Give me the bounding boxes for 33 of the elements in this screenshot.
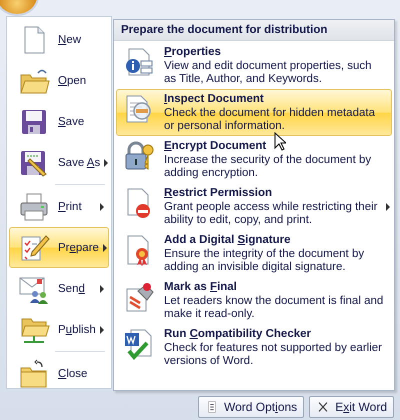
menu-item[interactable]: Encrypt Document Increase the security of the document by adding encryption. [116,136,392,183]
item-title: Inspect Document [164,93,264,106]
item-title: Add a Digital Signature [164,234,291,247]
panel-heading: Prepare the document for distribution [114,20,394,41]
item-description: Increase the security of the document by adding encryption. [164,154,372,179]
menu-item[interactable]: Mark as Final Let readers know the document is final and make it read-only. [116,277,392,324]
item-title: Mark as Final [164,281,237,294]
item-title: Encrypt Document [164,140,266,153]
menu-item[interactable]: Prepare [9,227,109,268]
item-description: Grant people access while restricting their ability to edit, copy, and print. [164,201,378,226]
item-description: Ensure the integrity of the document by adding an invisible digital signature. [164,248,366,273]
menu-item[interactable]: Add a Digital Signature Ensure the integrity of the document by adding an invisible digital signature. [116,230,392,277]
exit-button[interactable]: Exit Word [309,396,394,418]
options-button[interactable]: Word Options [198,396,304,418]
menu-item[interactable]: New [9,19,109,60]
menu-item[interactable]: Send [9,268,109,309]
item-title: Restrict Permission [164,187,272,200]
menu-item[interactable]: Save As [9,142,109,183]
item-description: Check the document for hidden metadata or personal information. [164,107,376,132]
item-title: Run Compatibility Checker [164,328,311,341]
menu-item[interactable]: Open [9,60,109,101]
item-description: View and edit document properties, such as Title, Author, and Keywords. [164,60,373,85]
item-description: Let readers know the document is final and make it read-only. [164,295,384,320]
menu-item[interactable]: Run Compatibility Checker Check for features not supported by earlier versions of Word. [116,324,392,371]
menu-item[interactable]: Inspect Document Check the document for hidden metadata or personal information. [116,89,392,136]
menu-item[interactable]: Print [9,186,109,227]
menu-item[interactable]: Restrict Permission Grant people access while restricting their ability to edit, copy, and print. [116,183,392,230]
item-title: Properties [164,46,221,59]
menu-item[interactable]: Properties View and edit document properties, such as Title, Author, and Keywords. [116,42,392,89]
menu-item[interactable]: Close [9,353,109,394]
item-description: Check for features not supported by earlier versions of Word. [164,342,383,367]
menu-item[interactable]: Save [9,101,109,142]
menu-item[interactable]: Publish [9,309,109,350]
